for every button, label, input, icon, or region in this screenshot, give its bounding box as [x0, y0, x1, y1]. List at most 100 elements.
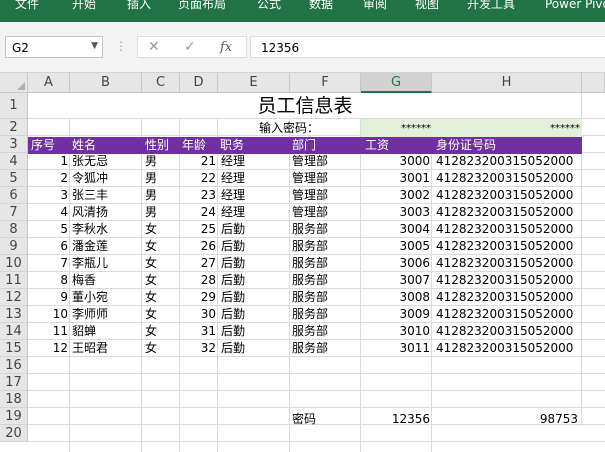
- cell-name[interactable]: 李师师: [72, 306, 108, 323]
- cell-age[interactable]: 30: [180, 306, 216, 323]
- column-header-d[interactable]: D: [180, 73, 218, 93]
- tab-insert[interactable]: 插入: [127, 0, 151, 22]
- cell-age[interactable]: 23: [180, 187, 216, 204]
- cell-gender[interactable]: 女: [145, 289, 157, 306]
- row-header-20[interactable]: 20: [0, 425, 28, 442]
- cell-no[interactable]: 2: [28, 170, 68, 187]
- row-header-14[interactable]: 14: [0, 323, 28, 340]
- cell-no[interactable]: 11: [28, 323, 68, 340]
- cell-gender[interactable]: 女: [145, 272, 157, 289]
- row-header-8[interactable]: 8: [0, 221, 28, 238]
- row-header-2[interactable]: 2: [0, 119, 28, 136]
- insert-function-icon[interactable]: fx: [220, 40, 232, 55]
- column-header-f[interactable]: F: [290, 73, 361, 93]
- cell-no[interactable]: 9: [28, 289, 68, 306]
- cell-age[interactable]: 25: [180, 221, 216, 238]
- cell-dept[interactable]: 服务部: [292, 289, 328, 306]
- column-header-h[interactable]: H: [432, 73, 582, 93]
- cell-title[interactable]: 后勤: [221, 323, 245, 340]
- cell-no[interactable]: 8: [28, 272, 68, 289]
- more-options-icon[interactable]: ⋮: [115, 39, 127, 53]
- cell-age[interactable]: 26: [180, 238, 216, 255]
- cell-salary[interactable]: 3002: [361, 187, 430, 204]
- tab-view[interactable]: 视图: [415, 0, 439, 22]
- cell-title[interactable]: 后勤: [221, 221, 245, 238]
- cell-title[interactable]: 经理: [221, 204, 245, 221]
- cell-age[interactable]: 27: [180, 255, 216, 272]
- row-header-18[interactable]: 18: [0, 391, 28, 408]
- cell-salary[interactable]: 3004: [361, 221, 430, 238]
- cell-dept[interactable]: 管理部: [292, 204, 328, 221]
- row-header-4[interactable]: 4: [0, 153, 28, 170]
- password-row-h-value[interactable]: 98753: [432, 411, 578, 428]
- cell-title[interactable]: 后勤: [221, 238, 245, 255]
- column-header-b[interactable]: B: [70, 73, 142, 93]
- password-mask-g[interactable]: ******: [361, 120, 431, 137]
- cell-no[interactable]: 3: [28, 187, 68, 204]
- row-header-16[interactable]: 16: [0, 357, 28, 374]
- cell-dept[interactable]: 管理部: [292, 187, 328, 204]
- cell-dept[interactable]: 服务部: [292, 272, 328, 289]
- row-header-12[interactable]: 12: [0, 289, 28, 306]
- cell-age[interactable]: 24: [180, 204, 216, 221]
- cell-dept[interactable]: 管理部: [292, 170, 328, 187]
- cell-gender[interactable]: 男: [145, 204, 157, 221]
- tab-developer[interactable]: 开发工具: [467, 0, 515, 22]
- row-header-5[interactable]: 5: [0, 170, 28, 187]
- cell-salary[interactable]: 3007: [361, 272, 430, 289]
- enter-icon[interactable]: ✓: [184, 39, 196, 55]
- cell-salary[interactable]: 3008: [361, 289, 430, 306]
- cell-name[interactable]: 令狐冲: [72, 170, 108, 187]
- tab-home[interactable]: 开始: [72, 0, 96, 22]
- cell-id[interactable]: 412823200315052000: [436, 340, 573, 357]
- cell-dept[interactable]: 服务部: [292, 306, 328, 323]
- cell-name[interactable]: 董小宛: [72, 289, 108, 306]
- tab-formulas[interactable]: 公式: [257, 0, 281, 22]
- cell-name[interactable]: 风清扬: [72, 204, 108, 221]
- formula-input[interactable]: 12356: [250, 36, 605, 58]
- cell-title[interactable]: 后勤: [221, 306, 245, 323]
- name-box[interactable]: G2 ▼: [5, 36, 103, 58]
- cell-dept[interactable]: 服务部: [292, 340, 328, 357]
- row-header-1[interactable]: 1: [0, 93, 28, 119]
- cell-dept[interactable]: 服务部: [292, 323, 328, 340]
- row-header-19[interactable]: 19: [0, 408, 28, 425]
- cell-no[interactable]: 6: [28, 238, 68, 255]
- cell-name[interactable]: 李瓶儿: [72, 255, 108, 272]
- cell-no[interactable]: 4: [28, 204, 68, 221]
- cell-title[interactable]: 后勤: [221, 255, 245, 272]
- cell-name[interactable]: 梅香: [72, 272, 96, 289]
- cell-no[interactable]: 7: [28, 255, 68, 272]
- cell-salary[interactable]: 3009: [361, 306, 430, 323]
- cell-title[interactable]: 经理: [221, 170, 245, 187]
- cell-gender[interactable]: 女: [145, 323, 157, 340]
- cell-age[interactable]: 31: [180, 323, 216, 340]
- cell-title[interactable]: 经理: [221, 187, 245, 204]
- column-header-a[interactable]: A: [28, 73, 70, 93]
- column-header-g[interactable]: G: [361, 73, 432, 93]
- cell-id[interactable]: 412823200315052000: [436, 153, 573, 170]
- password-mask-h[interactable]: ******: [432, 120, 580, 137]
- cell-gender[interactable]: 女: [145, 238, 157, 255]
- tab-file[interactable]: 文件: [15, 0, 39, 22]
- cell-id[interactable]: 412823200315052000: [436, 272, 573, 289]
- cell-name[interactable]: 张三丰: [72, 187, 108, 204]
- cell-dept[interactable]: 管理部: [292, 153, 328, 170]
- cell-age[interactable]: 22: [180, 170, 216, 187]
- cell-age[interactable]: 28: [180, 272, 216, 289]
- column-header-c[interactable]: C: [142, 73, 180, 93]
- cell-title[interactable]: 经理: [221, 153, 245, 170]
- cell-id[interactable]: 412823200315052000: [436, 323, 573, 340]
- cell-gender[interactable]: 女: [145, 340, 157, 357]
- cell-age[interactable]: 21: [180, 153, 216, 170]
- tab-data[interactable]: 数据: [309, 0, 333, 22]
- cell-id[interactable]: 412823200315052000: [436, 221, 573, 238]
- row-header-13[interactable]: 13: [0, 306, 28, 323]
- cell-no[interactable]: 10: [28, 306, 68, 323]
- tab-page-layout[interactable]: 页面布局: [178, 0, 226, 22]
- cell-salary[interactable]: 3011: [361, 340, 430, 357]
- cell-gender[interactable]: 女: [145, 255, 157, 272]
- cell-dept[interactable]: 服务部: [292, 221, 328, 238]
- tab-power-pivot[interactable]: Power Pivot: [545, 0, 605, 22]
- cell-title[interactable]: 后勤: [221, 272, 245, 289]
